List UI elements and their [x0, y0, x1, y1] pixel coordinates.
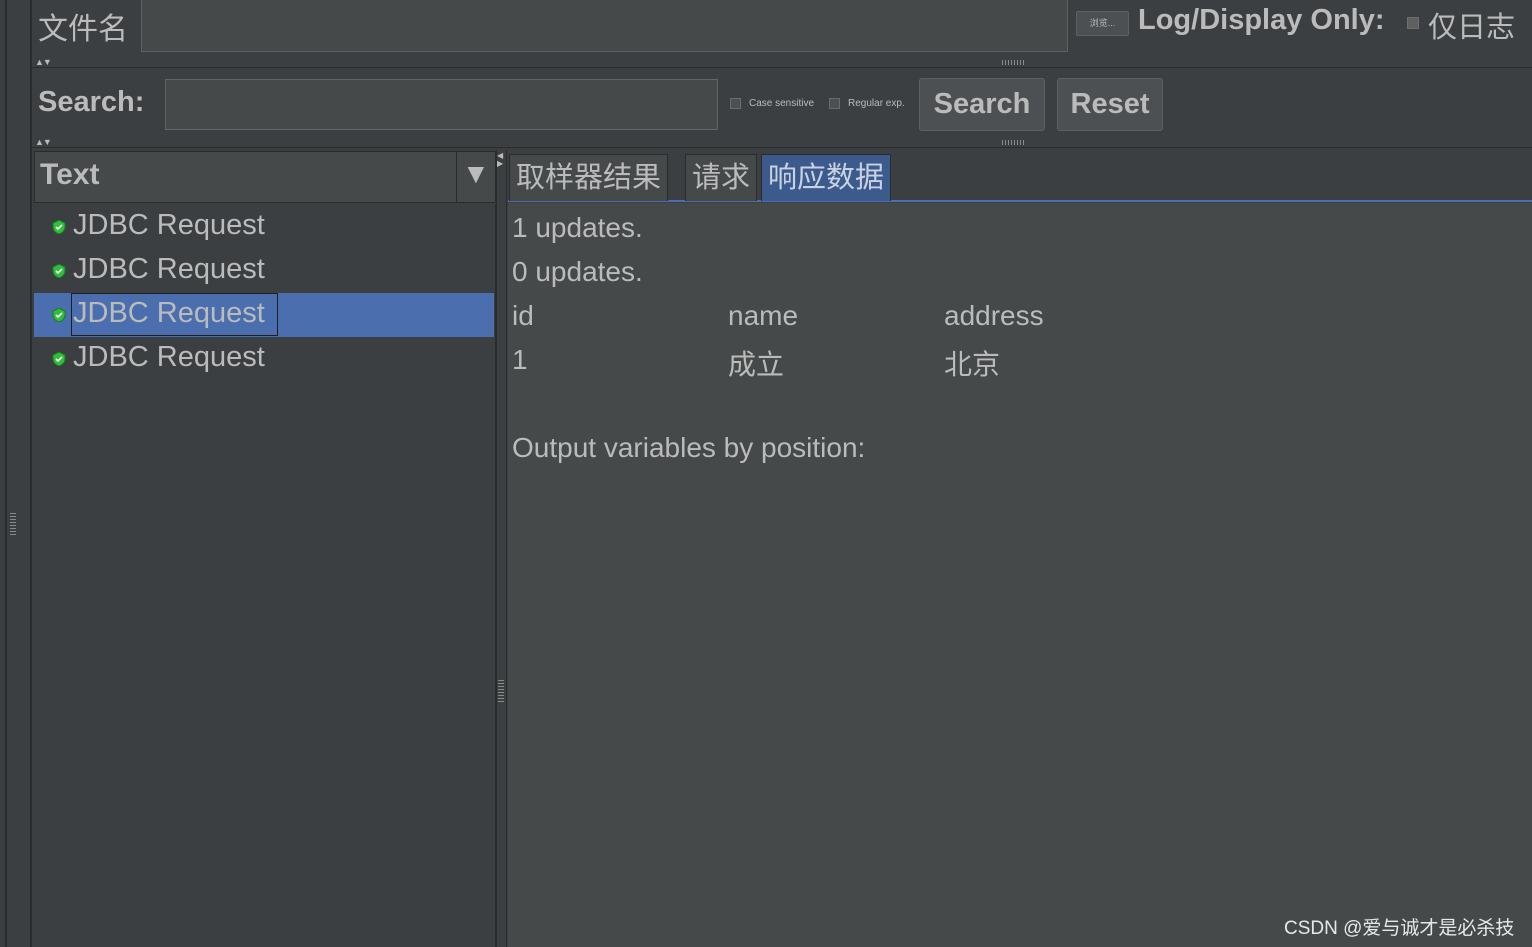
success-shield-icon [52, 352, 66, 366]
collapse-arrows-icon[interactable]: ▲▼ [35, 138, 52, 147]
split-grip-icon[interactable] [1002, 60, 1024, 65]
divider [32, 67, 1532, 68]
output-variables-line: Output variables by position: [512, 432, 866, 463]
response-line: 1 updates. [512, 212, 643, 243]
watermark: CSDN @爱与诚才是必杀技 [1284, 918, 1515, 939]
tree-item-label: JDBC Request [73, 209, 265, 241]
divider [456, 152, 457, 202]
tree-item-label: JDBC Request [73, 297, 265, 329]
renderer-select-label[interactable]: Text [40, 158, 99, 192]
tab-request[interactable]: 请求 [685, 154, 758, 201]
filename-label: 文件名 [38, 12, 128, 47]
result-header-name: name [728, 300, 799, 331]
filename-input[interactable] [141, 0, 1068, 52]
collapse-arrows-icon[interactable]: ▲▼ [35, 58, 52, 67]
split-grip-icon[interactable] [1002, 140, 1024, 145]
result-header-id: id [512, 300, 534, 331]
result-cell-id: 1 [512, 344, 528, 375]
tree-item-label: JDBC Request [73, 253, 265, 285]
reset-button[interactable]: Reset [1057, 78, 1163, 131]
result-cell-address: 北京 [944, 348, 1001, 381]
case-sensitive-label: Case sensitive [749, 98, 815, 109]
browse-button[interactable]: 浏览... [1076, 11, 1129, 36]
search-label: Search: [38, 86, 145, 118]
result-cell-name: 成立 [728, 348, 785, 381]
split-grip-icon[interactable] [498, 680, 504, 702]
tab-response-data[interactable]: 响应数据 [761, 154, 892, 201]
success-shield-icon [52, 264, 66, 278]
tab-sampler-result[interactable]: 取样器结果 [509, 154, 669, 201]
log-only-checkbox[interactable] [1407, 17, 1419, 29]
gutter-divider [30, 0, 32, 947]
result-header-address: address [944, 300, 1044, 331]
collapse-left-icon[interactable]: ◀ ▶ [497, 152, 503, 168]
regular-exp-label: Regular exp. [848, 98, 905, 109]
log-only-label: 仅日志 [1428, 10, 1516, 44]
panel-splitter[interactable] [496, 150, 507, 947]
gutter-divider [5, 0, 7, 947]
tree-header [34, 151, 496, 203]
split-grip-icon[interactable] [10, 513, 16, 535]
success-shield-icon [52, 220, 66, 234]
success-shield-icon [52, 308, 66, 322]
response-line: 0 updates. [512, 256, 643, 287]
search-input[interactable] [165, 79, 718, 130]
tree-item-label: JDBC Request [73, 341, 265, 373]
chevron-down-icon[interactable]: ▼ [462, 158, 490, 190]
search-button[interactable]: Search [919, 78, 1045, 131]
case-sensitive-checkbox[interactable] [730, 98, 741, 109]
divider [32, 147, 1532, 148]
log-display-only-label: Log/Display Only: [1138, 4, 1385, 36]
regular-exp-checkbox[interactable] [829, 98, 840, 109]
